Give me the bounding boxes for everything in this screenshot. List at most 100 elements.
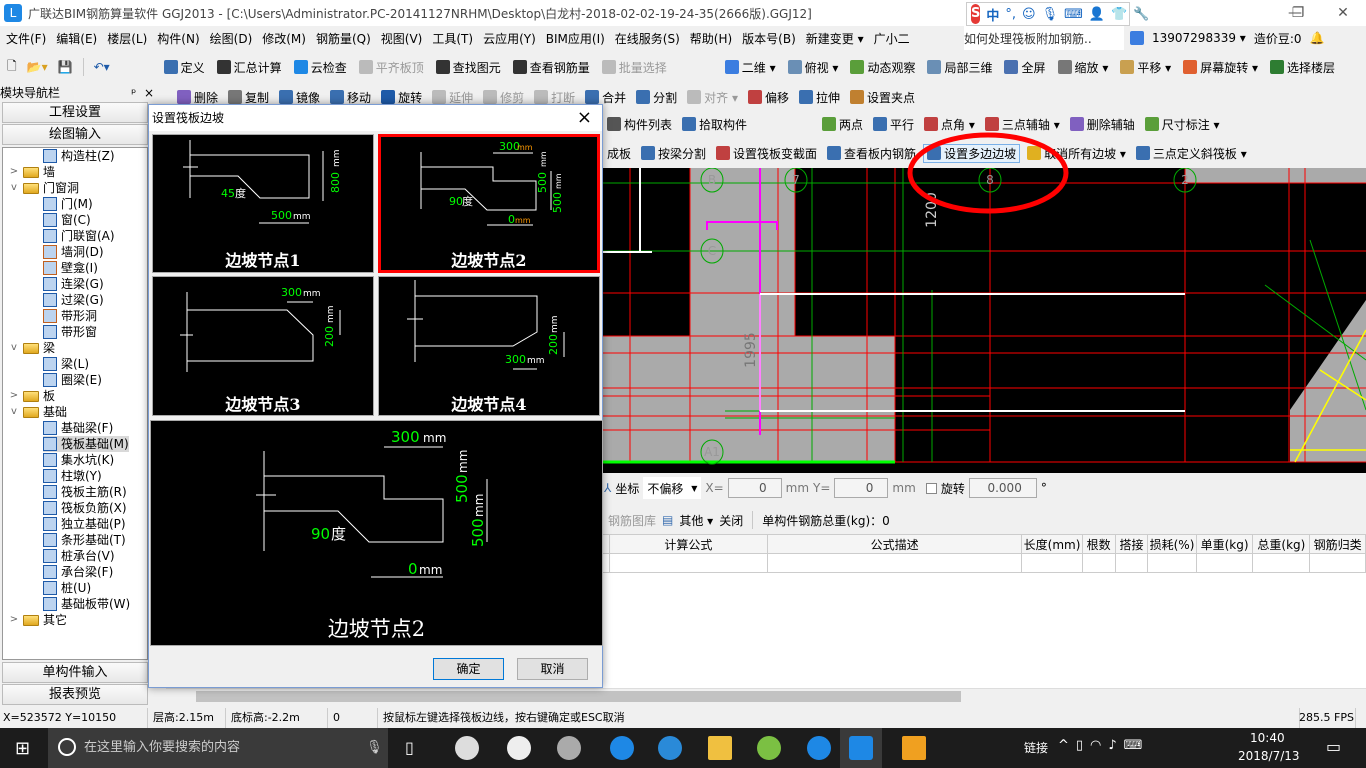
toolbar-button[interactable]: 批量选择 xyxy=(599,59,670,76)
slope-node-2[interactable]: 300 mm 90 度 500 mm 500 mm 0 mm 边坡节点2 xyxy=(378,134,600,273)
nav-project-settings[interactable]: 工程设置 xyxy=(2,102,148,123)
column-header[interactable]: 总重(kg) xyxy=(1252,534,1311,554)
tree-item[interactable]: > 墙 xyxy=(9,164,55,180)
tree-item[interactable]: 壁龛(I) xyxy=(43,260,98,276)
open-folder-icon[interactable]: 📂▾ xyxy=(24,60,51,74)
tree-item[interactable]: v 门窗洞 xyxy=(9,180,79,196)
tree-item[interactable]: 集水坑(K) xyxy=(43,452,114,468)
edge-icon[interactable] xyxy=(610,736,634,760)
nav-close-icon[interactable]: × xyxy=(144,86,154,100)
ime-toolbar[interactable]: S 中 °, ☺ 🎙 ⌨ 👤 👕 🔧 xyxy=(966,2,1149,26)
notification-icon[interactable]: ▭ xyxy=(1326,737,1341,756)
toolbar-button[interactable]: 选择楼层 xyxy=(1267,59,1338,76)
tree-item[interactable]: 墙洞(D) xyxy=(43,244,104,260)
table-cell[interactable] xyxy=(1081,553,1116,573)
menu-item[interactable]: 修改(M) xyxy=(262,30,306,47)
menu-item[interactable]: 版本号(B) xyxy=(742,30,796,47)
menu-item[interactable]: 视图(V) xyxy=(381,30,423,47)
tree-item[interactable]: 基础板带(W) xyxy=(43,596,130,612)
bell-icon[interactable]: 🔔 xyxy=(1310,31,1325,45)
tree-item[interactable]: 独立基础(P) xyxy=(43,516,126,532)
tree-item[interactable]: v梁 xyxy=(9,340,55,356)
help-question-link[interactable]: 如何处理筏板附加钢筋.. xyxy=(964,26,1124,50)
new-file-icon[interactable]: 🗋 xyxy=(4,57,20,78)
tree-item[interactable]: 基础梁(F) xyxy=(43,420,113,436)
nav-draw-input[interactable]: 绘图输入 xyxy=(2,124,148,145)
toolbar-button[interactable]: 拉伸 xyxy=(796,89,843,106)
expander-icon[interactable]: v xyxy=(9,404,19,420)
menu-item[interactable]: 绘图(D) xyxy=(210,30,253,47)
column-header[interactable]: 搭接 xyxy=(1114,534,1149,554)
table-cell[interactable] xyxy=(1147,553,1197,573)
slope-node-1[interactable]: 45 度 500 mm 800 mm 边坡节点1 xyxy=(152,134,374,273)
toolbar-button[interactable]: 二维 ▾ xyxy=(722,59,779,76)
microphone-icon[interactable]: 🎙 xyxy=(366,728,383,768)
ime-punct[interactable]: °, xyxy=(1005,7,1016,22)
close-rebar-button[interactable]: 关闭 xyxy=(719,512,743,529)
task-view-icon[interactable]: ▯ xyxy=(405,738,414,757)
column-header[interactable]: 钢筋归类 xyxy=(1309,534,1366,554)
slope-node-3[interactable]: 300 mm 200 mm 边坡节点3 xyxy=(152,276,374,416)
tree-item[interactable]: 桩承台(V) xyxy=(43,548,115,564)
rebar-library-button[interactable]: 钢筋图库 xyxy=(608,512,656,529)
ime-mode[interactable]: 中 xyxy=(986,5,999,24)
user-icon[interactable]: 👤 xyxy=(1089,7,1105,22)
undo-icon[interactable]: ↶▾ xyxy=(91,60,113,74)
toolbar-button[interactable]: 屏幕旋转 ▾ xyxy=(1180,59,1261,76)
toolbar-button[interactable]: 镜像 xyxy=(276,89,323,106)
menu-item[interactable]: 楼层(L) xyxy=(107,30,147,47)
x-input[interactable]: 0 xyxy=(727,478,782,498)
close-button[interactable]: ✕ xyxy=(1320,0,1366,26)
maximize-icon[interactable]: ❐ xyxy=(1275,0,1321,26)
column-header[interactable]: 单重(kg) xyxy=(1195,534,1254,554)
tree-item[interactable]: 带形窗 xyxy=(43,324,97,340)
tree-item[interactable]: 桩(U) xyxy=(43,580,91,596)
toolbar-button[interactable]: 局部三维 xyxy=(924,59,995,76)
column-header[interactable]: 长度(mm) xyxy=(1021,534,1083,554)
file-explorer-icon[interactable] xyxy=(708,736,732,760)
toolbar-button[interactable]: 合并 xyxy=(582,89,629,106)
menu-item[interactable]: 帮助(H) xyxy=(690,30,732,47)
tree-item[interactable]: 柱墩(Y) xyxy=(43,468,102,484)
column-header[interactable]: 损耗(%) xyxy=(1147,534,1197,554)
notes-app-icon[interactable] xyxy=(902,736,926,760)
menu-item[interactable]: 编辑(E) xyxy=(56,30,97,47)
menu-item[interactable]: 构件(N) xyxy=(157,30,199,47)
toolbar-button[interactable]: 汇总计算 xyxy=(214,59,285,76)
tree-item[interactable]: 构造柱(Z) xyxy=(43,148,115,164)
expander-icon[interactable]: > xyxy=(9,388,19,404)
table-cell[interactable] xyxy=(1114,553,1149,573)
menu-item[interactable]: 广小二 xyxy=(874,30,910,47)
dialog-close-button[interactable]: × xyxy=(577,105,592,131)
toolbar-button[interactable]: 偏移 xyxy=(745,89,792,106)
tree-item[interactable]: 梁(L) xyxy=(43,356,89,372)
toolbar-button[interactable]: 成板 xyxy=(604,145,634,162)
clock-date[interactable]: 2018/7/13 xyxy=(1238,749,1300,763)
tree-item[interactable]: 承台梁(F) xyxy=(43,564,113,580)
toolbar-button[interactable]: 按梁分割 xyxy=(638,145,709,162)
menu-item[interactable]: BIM应用(I) xyxy=(546,30,605,47)
save-icon[interactable]: 💾 xyxy=(55,60,76,74)
tree-item[interactable]: 筏板基础(M) xyxy=(43,436,129,452)
clock-time[interactable]: 10:40 xyxy=(1250,731,1285,745)
windows-start-icon[interactable]: ⊞ xyxy=(15,738,30,759)
rotate-input[interactable]: 0.000 xyxy=(968,478,1037,498)
tray-icons[interactable]: ^▯◠♪⌨ xyxy=(1058,738,1149,753)
toolbar-button[interactable]: 查找图元 xyxy=(433,59,504,76)
expander-icon[interactable]: v xyxy=(9,180,19,196)
toolbar-button[interactable]: 分割 xyxy=(633,89,680,106)
slope-node-4[interactable]: 200 mm 300 mm 边坡节点4 xyxy=(378,276,600,416)
table-cell[interactable] xyxy=(1252,553,1311,573)
menu-item[interactable]: 文件(F) xyxy=(6,30,46,47)
other-menu-button[interactable]: 其他 ▾ xyxy=(679,512,713,529)
toolbar-button[interactable]: 移动 xyxy=(327,89,374,106)
nav-single-input[interactable]: 单构件输入 xyxy=(2,662,148,683)
help-question-text[interactable]: 如何处理筏板附加钢筋.. xyxy=(964,30,1092,47)
toolbar-button[interactable]: 平齐板顶 xyxy=(356,59,427,76)
tree-item[interactable]: 筏板负筋(X) xyxy=(43,500,127,516)
tree-item[interactable]: > 板 xyxy=(9,388,55,404)
tree-item[interactable]: 带形洞 xyxy=(43,308,97,324)
toolbar-button[interactable]: 尺寸标注 ▾ xyxy=(1142,116,1223,133)
taskbar-link-label[interactable]: 链接 xyxy=(1024,739,1048,756)
toolbar-button[interactable]: 缩放 ▾ xyxy=(1055,59,1112,76)
